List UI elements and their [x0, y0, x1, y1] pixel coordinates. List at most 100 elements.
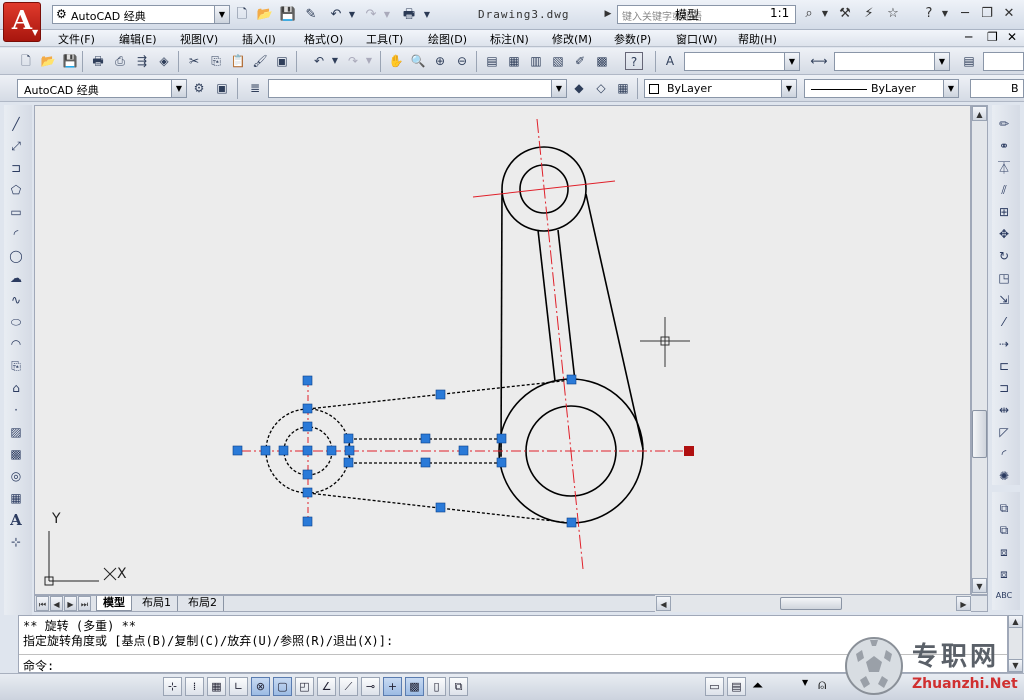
infer-constraints-toggle[interactable]: ⊹ — [163, 677, 182, 696]
tab-next-icon[interactable]: ▶ — [64, 596, 77, 611]
menu-help[interactable]: 帮助(H) — [738, 31, 777, 47]
3d-print-icon[interactable]: ◈ — [155, 52, 173, 70]
lineweight-toggle[interactable]: + — [383, 677, 402, 696]
save-icon[interactable]: 💾 — [279, 6, 297, 24]
workspace-save-icon[interactable]: ▣ — [213, 79, 231, 97]
add-selected-icon[interactable]: ⊹ — [7, 533, 25, 551]
grid-display-toggle[interactable]: ▦ — [207, 677, 226, 696]
sheet-set-icon[interactable]: ▧ — [549, 52, 567, 70]
multiline-text-icon[interactable]: A — [7, 511, 25, 529]
quick-properties-toggle[interactable]: ▯ — [427, 677, 446, 696]
grip[interactable] — [435, 389, 446, 400]
line-icon[interactable]: ╱ — [7, 115, 25, 133]
stretch-icon[interactable]: ⇲ — [995, 291, 1013, 309]
chevron-down-icon[interactable]: ▼ — [171, 80, 186, 97]
revision-cloud-icon[interactable]: ☁ — [7, 269, 25, 287]
grip[interactable] — [302, 375, 313, 386]
menu-edit[interactable]: 编辑(E) — [119, 31, 157, 47]
layer-combo[interactable]: ▼ — [268, 79, 567, 98]
scale-icon[interactable]: ◳ — [995, 269, 1013, 287]
send-to-back-icon[interactable]: ⧉ — [995, 521, 1013, 539]
redo-list-icon[interactable]: ▼ — [360, 52, 378, 70]
match-properties-icon[interactable]: 🖌 — [251, 52, 269, 70]
bring-above-icon[interactable]: ⧈ — [995, 543, 1013, 561]
polygon-icon[interactable]: ⬠ — [7, 181, 25, 199]
ellipse-icon[interactable]: ⬭ — [7, 313, 25, 331]
new-file-icon[interactable]: 🗋 — [233, 6, 251, 24]
grip[interactable] — [326, 445, 337, 456]
scroll-up-icon[interactable]: ▲ — [972, 106, 987, 121]
ellipse-arc-icon[interactable]: ◠ — [7, 335, 25, 353]
grip[interactable] — [302, 403, 313, 414]
offset-icon[interactable]: ⫽ — [995, 181, 1013, 199]
vertical-scroll-thumb[interactable] — [972, 410, 987, 458]
tab-layout2[interactable]: 布局2 — [182, 596, 224, 611]
text-style-icon[interactable]: A — [661, 52, 679, 70]
model-space-label[interactable]: 模型 — [675, 6, 699, 23]
help-dropdown-icon[interactable]: ▼ — [934, 4, 956, 24]
grip[interactable] — [302, 469, 313, 480]
cut-icon[interactable]: ✂ — [185, 52, 203, 70]
restore-window-icon[interactable]: ❐ — [976, 4, 998, 24]
grip[interactable] — [566, 517, 577, 528]
menu-file[interactable]: 文件(F) — [58, 31, 95, 47]
chevron-down-icon[interactable]: ▼ — [214, 6, 229, 23]
command-scroll-up-icon[interactable]: ▲ — [1008, 615, 1023, 628]
layer-manager-icon[interactable]: ≣ — [246, 79, 264, 97]
make-block-icon[interactable]: ⌂ — [7, 379, 25, 397]
workspace-combo[interactable]: AutoCAD 经典 ▼ — [17, 79, 187, 98]
publish-icon[interactable]: ⇶ — [133, 52, 151, 70]
break-at-point-icon[interactable]: ⊏ — [995, 357, 1013, 375]
drawing-canvas[interactable] — [34, 105, 971, 595]
text-to-front-icon[interactable]: ABC — [995, 587, 1013, 605]
make-current-layer-icon[interactable]: ◆ — [570, 79, 588, 97]
grip[interactable] — [302, 421, 313, 432]
doc-restore-icon[interactable]: ❐ — [987, 30, 998, 44]
table-style-icon[interactable]: ▤ — [960, 52, 978, 70]
mirror-icon[interactable]: ⏄ — [995, 159, 1013, 177]
color-control-combo[interactable]: ByLayer ▼ — [644, 79, 797, 98]
save-as-icon[interactable]: ✎ — [302, 6, 320, 24]
chevron-down-icon[interactable]: ▼ — [784, 53, 799, 70]
text-style-combo[interactable]: ▼ — [684, 52, 800, 71]
grip[interactable] — [496, 457, 507, 468]
plot-icon[interactable]: 🖶 — [89, 52, 107, 70]
dimension-style-icon[interactable]: ⟷ — [810, 52, 828, 70]
vertical-scrollbar[interactable] — [971, 105, 988, 595]
horizontal-scroll-thumb[interactable] — [780, 597, 842, 610]
spline-icon[interactable]: ∿ — [7, 291, 25, 309]
explode-icon[interactable]: ✺ — [995, 467, 1013, 485]
3d-object-snap-toggle[interactable]: ◰ — [295, 677, 314, 696]
zoom-previous-icon[interactable]: ⊖ — [453, 52, 471, 70]
annotation-visibility-icon[interactable]: ⍝ — [818, 677, 826, 693]
grip[interactable] — [343, 433, 354, 444]
tab-last-icon[interactable]: ⏭ — [78, 596, 91, 611]
favorites-star-icon[interactable]: ☆ — [882, 4, 904, 24]
quick-access-dropdown-icon[interactable]: ▼ — [418, 6, 436, 24]
array-icon[interactable]: ⊞ — [995, 203, 1013, 221]
grip[interactable] — [232, 445, 243, 456]
circle-icon[interactable]: ◯ — [7, 247, 25, 265]
annotation-scale-dropdown-icon[interactable]: ▼ — [802, 678, 808, 687]
trim-icon[interactable]: ⁄ — [995, 313, 1013, 331]
help-toolbar-icon[interactable]: ? — [625, 52, 643, 70]
region-icon[interactable]: ◎ — [7, 467, 25, 485]
tab-first-icon[interactable]: ⏮ — [36, 596, 49, 611]
join-icon[interactable]: ⇹ — [995, 401, 1013, 419]
grip[interactable] — [302, 445, 313, 456]
menu-parameter[interactable]: 参数(P) — [614, 31, 651, 47]
scroll-right-icon[interactable]: ▶ — [956, 596, 971, 611]
annotation-scale-value[interactable]: 1:1 — [770, 6, 789, 20]
send-under-icon[interactable]: ⧈ — [995, 565, 1013, 583]
copy-icon[interactable]: ⎘ — [207, 52, 225, 70]
menu-window[interactable]: 窗口(W) — [676, 31, 717, 47]
markup-icon[interactable]: ✐ — [571, 52, 589, 70]
quick-view-drawings-icon[interactable]: ▤ — [727, 677, 746, 696]
erase-icon[interactable]: ✏ — [995, 115, 1013, 133]
grip[interactable] — [302, 487, 313, 498]
plot-preview-icon[interactable]: ⎙ — [111, 52, 129, 70]
lineweight-control-combo[interactable]: B — [970, 79, 1024, 98]
dimension-style-combo[interactable]: ▼ — [834, 52, 950, 71]
tab-model[interactable]: 模型 — [96, 596, 132, 611]
menu-draw[interactable]: 绘图(D) — [428, 31, 467, 47]
